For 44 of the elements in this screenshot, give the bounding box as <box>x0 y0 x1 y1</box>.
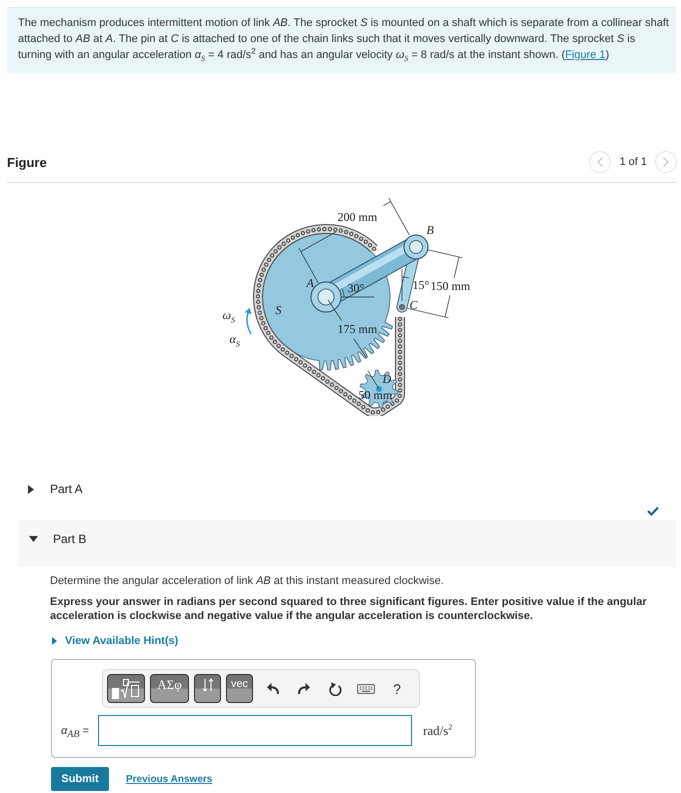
small-gear <box>359 370 398 408</box>
submit-button[interactable]: Submit <box>51 767 109 791</box>
unit-label: rad/s$^{2}$ <box>422 722 452 738</box>
instructions-text: Express your answer in radians per second squared to three significant figures. Enter positive value if the angular acceleration is clockwise and negative value if the angular acceleration is counterclockwise. <box>50 595 648 623</box>
part-header[interactable]: Part A <box>7 477 83 501</box>
dimension-label: 175 mm <box>338 322 378 336</box>
vector-button[interactable]: vec <box>226 674 253 703</box>
symbol-label: ω$_{S}$ <box>222 308 235 322</box>
dimension-line <box>367 370 379 390</box>
template-button[interactable] <box>107 674 145 703</box>
angle-label: 30° <box>348 281 364 295</box>
arrows-button[interactable] <box>194 674 221 703</box>
part-header[interactable]: Part B <box>18 520 676 567</box>
point-label: D <box>382 372 392 386</box>
chevron-right-icon <box>663 157 669 167</box>
chevron-left-icon <box>597 157 604 167</box>
question-text: Determine the angular acceleration of link AB at this instant measured clockwise. <box>50 574 445 589</box>
chain-pin <box>398 304 404 310</box>
up-down-arrows-icon <box>202 678 214 692</box>
point-label: C <box>410 298 418 312</box>
keyboard-icon <box>357 684 375 694</box>
point-label: A <box>306 276 314 290</box>
rotation-arrow <box>244 308 252 334</box>
angle-arc <box>401 268 409 302</box>
reset-icon <box>328 682 342 696</box>
redo-icon <box>298 683 310 694</box>
caret-right-icon <box>52 637 57 645</box>
symbol-label: α$_{S}$ <box>230 332 240 346</box>
help-button[interactable]: ? <box>386 678 408 700</box>
figure-link[interactable]: Figure 1 <box>565 49 606 61</box>
page-counter: 1 of 1 <box>619 156 647 168</box>
hint-link[interactable]: View Available Hint(s) <box>52 633 178 649</box>
problem-text: The mechanism produces intermittent motion of link AB. The sprocket S is mounted on a shaft which is separate from a collinear shaft attached to AB at A. The pin at C is attached to one of the chain links such that it moves vertically downward. The sprocket S is turning with an angular acceleration α$_{S}$ = 4 rad/s$^{2}$ and has an angular velocity ω$_{S}$ = 8 rad/s at the instant shown. (Figure 1) <box>18 16 670 63</box>
undo-icon <box>267 683 279 694</box>
answer-field[interactable] <box>98 715 412 746</box>
figure-title: Figure <box>7 154 47 170</box>
dimension-label: 150 mm <box>430 279 470 293</box>
point-label: B <box>426 223 434 237</box>
template-icon <box>112 678 140 698</box>
previous-answers-link[interactable]: Previous Answers <box>126 774 212 784</box>
point-label: S <box>276 303 282 317</box>
angle-label: 15° <box>412 278 430 292</box>
dimension-label: 200 mm <box>338 210 378 224</box>
symbols-button[interactable]: ΑΣφ <box>150 674 189 703</box>
